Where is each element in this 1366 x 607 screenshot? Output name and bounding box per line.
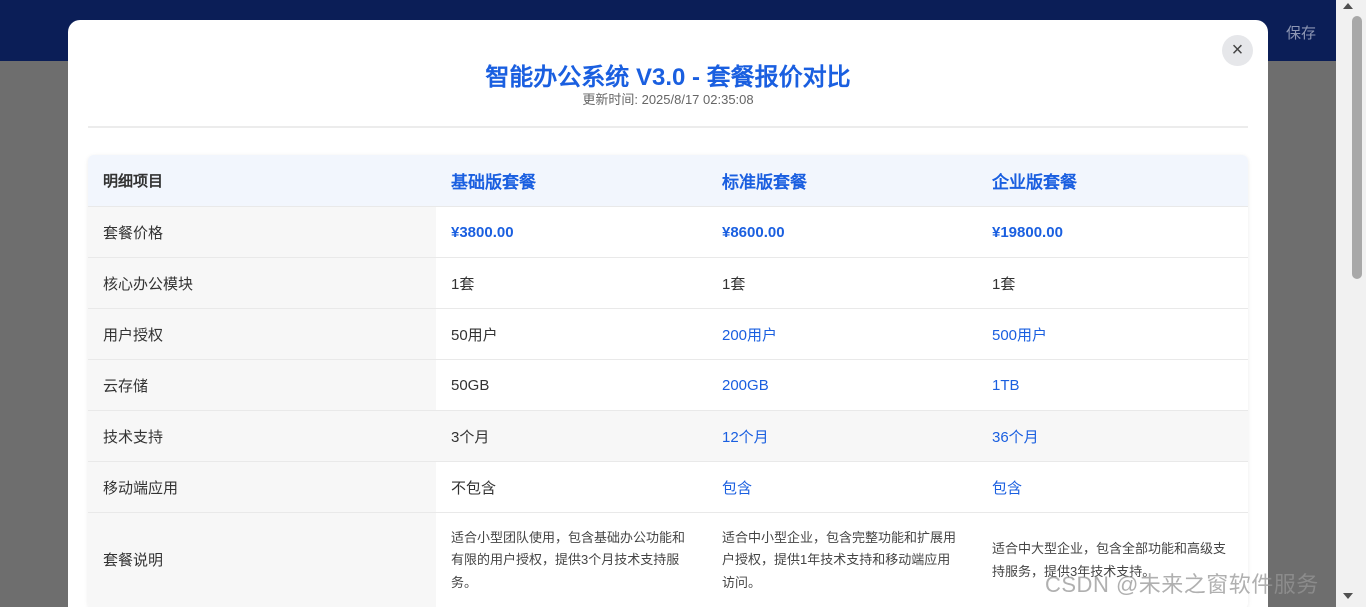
enterprise-value: 包含: [992, 479, 1023, 497]
basic-value: 不包含: [451, 479, 497, 497]
table-row: 移动端应用 不包含 包含 包含: [88, 462, 1248, 513]
table-row: 套餐价格 ¥3800.00 ¥8600.00 ¥19800.00: [88, 207, 1248, 258]
row-label: 套餐说明: [88, 513, 436, 607]
scroll-down-arrow-icon[interactable]: [1343, 593, 1353, 599]
table-row: 云存储 50GB 200GB 1TB: [88, 360, 1248, 411]
table-row: 核心办公模块 1套 1套 1套: [88, 258, 1248, 309]
standard-value: 200GB: [722, 376, 769, 394]
enterprise-value: 36个月: [977, 411, 1248, 461]
table-row: 用户授权 50用户 200用户 500用户: [88, 309, 1248, 360]
basic-value: 50GB: [451, 376, 490, 394]
row-label: 云存储: [88, 360, 436, 410]
header-basic-plan: 基础版套餐: [451, 173, 536, 192]
header-item-column: 明细项目: [88, 155, 436, 206]
row-label: 用户授权: [88, 309, 436, 359]
watermark: CSDN @未来之窗软件服务: [1045, 572, 1319, 597]
row-label: 技术支持: [88, 411, 436, 461]
basic-value: 50用户: [451, 326, 498, 344]
standard-value: 200用户: [722, 326, 778, 344]
row-label: 核心办公模块: [88, 258, 436, 308]
enterprise-value: 500用户: [992, 326, 1048, 344]
header-enterprise-plan: 企业版套餐: [992, 173, 1077, 192]
row-label: 移动端应用: [88, 462, 436, 512]
basic-value: 3个月: [436, 411, 707, 461]
quote-comparison-modal: 智能办公系统 V3.0 - 套餐报价对比 更新时间: 2025/8/17 02:…: [68, 20, 1268, 607]
basic-price: ¥3800.00: [451, 223, 514, 241]
basic-value: 1套: [451, 275, 475, 293]
comparison-table: 明细项目 基础版套餐 标准版套餐 企业版套餐 套餐价格 ¥3800.00 ¥86…: [88, 155, 1248, 607]
enterprise-value: 1TB: [992, 376, 1020, 394]
standard-price: ¥8600.00: [722, 223, 785, 241]
scrollbar-thumb[interactable]: [1352, 16, 1362, 279]
save-button[interactable]: 保存: [1286, 22, 1316, 43]
header-standard-plan: 标准版套餐: [722, 173, 807, 192]
row-label: 套餐价格: [88, 207, 436, 257]
standard-description: 适合中小型企业，包含完整功能和扩展用户授权，提供1年技术支持和移动端应用访问。: [722, 530, 957, 590]
modal-title: 智能办公系统 V3.0 - 套餐报价对比: [485, 64, 851, 91]
standard-value: 12个月: [707, 411, 977, 461]
divider: [88, 126, 1248, 128]
table-header-row: 明细项目 基础版套餐 标准版套餐 企业版套餐: [88, 155, 1248, 207]
standard-value: 包含: [722, 479, 753, 497]
scroll-up-arrow-icon[interactable]: [1343, 3, 1353, 9]
updated-time: 更新时间: 2025/8/17 02:35:08: [582, 92, 754, 107]
enterprise-price: ¥19800.00: [992, 223, 1063, 241]
table-row: 技术支持 3个月 12个月 36个月: [88, 411, 1248, 462]
enterprise-value: 1套: [992, 275, 1016, 293]
close-icon[interactable]: ×: [1222, 35, 1253, 66]
standard-value: 1套: [722, 275, 746, 293]
basic-description: 适合小型团队使用，包含基础办公功能和有限的用户授权，提供3个月技术支持服务。: [451, 530, 686, 590]
